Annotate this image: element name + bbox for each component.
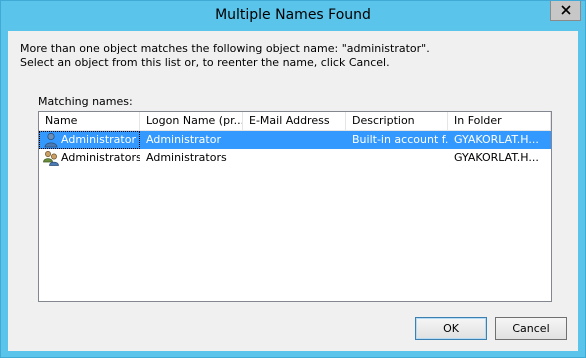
cell-name: Administrator <box>39 131 140 149</box>
dialog-window: Multiple Names Found More than one objec… <box>0 0 586 358</box>
cell-email <box>243 131 346 149</box>
cell-description: Built-in account f... <box>352 133 448 146</box>
close-icon <box>561 5 571 15</box>
title-bar[interactable]: Multiple Names Found <box>1 1 585 31</box>
cell-in-folder: GYAKORLAT.H... <box>454 133 539 146</box>
list-row-administrators[interactable]: Administrators Administrators GYAKORLAT.… <box>39 149 551 167</box>
message-line-1: More than one object matches the followi… <box>20 42 430 55</box>
message-line-2: Select an object from this list or, to r… <box>20 56 390 69</box>
column-header-description[interactable]: Description <box>346 112 448 130</box>
dialog-title: Multiple Names Found <box>215 7 371 23</box>
column-header-name[interactable]: Name <box>39 112 140 130</box>
cell-logon-name: Administrator <box>146 133 221 146</box>
user-icon <box>44 132 58 148</box>
list-row-administrator[interactable]: Administrator Administrator Built-in acc… <box>39 131 551 149</box>
matching-names-list[interactable]: Name Logon Name (pr... E-Mail Address De… <box>38 111 552 302</box>
column-header-email[interactable]: E-Mail Address <box>243 112 346 130</box>
cell-logon-name: Administrators <box>146 151 227 164</box>
dialog-body: More than one object matches the followi… <box>8 31 578 351</box>
matching-names-label: Matching names: <box>38 95 133 108</box>
close-button[interactable] <box>550 1 581 21</box>
cell-email <box>243 149 346 167</box>
cell-description <box>346 149 448 167</box>
cell-name: Administrators <box>39 149 140 167</box>
cancel-button[interactable]: Cancel <box>495 317 567 340</box>
group-icon <box>43 151 59 166</box>
column-header-in-folder[interactable]: In Folder <box>448 112 551 130</box>
ok-button[interactable]: OK <box>415 317 487 340</box>
list-header: Name Logon Name (pr... E-Mail Address De… <box>39 112 551 131</box>
cell-in-folder: GYAKORLAT.H... <box>454 151 539 164</box>
column-header-logon-name[interactable]: Logon Name (pr... <box>140 112 243 130</box>
